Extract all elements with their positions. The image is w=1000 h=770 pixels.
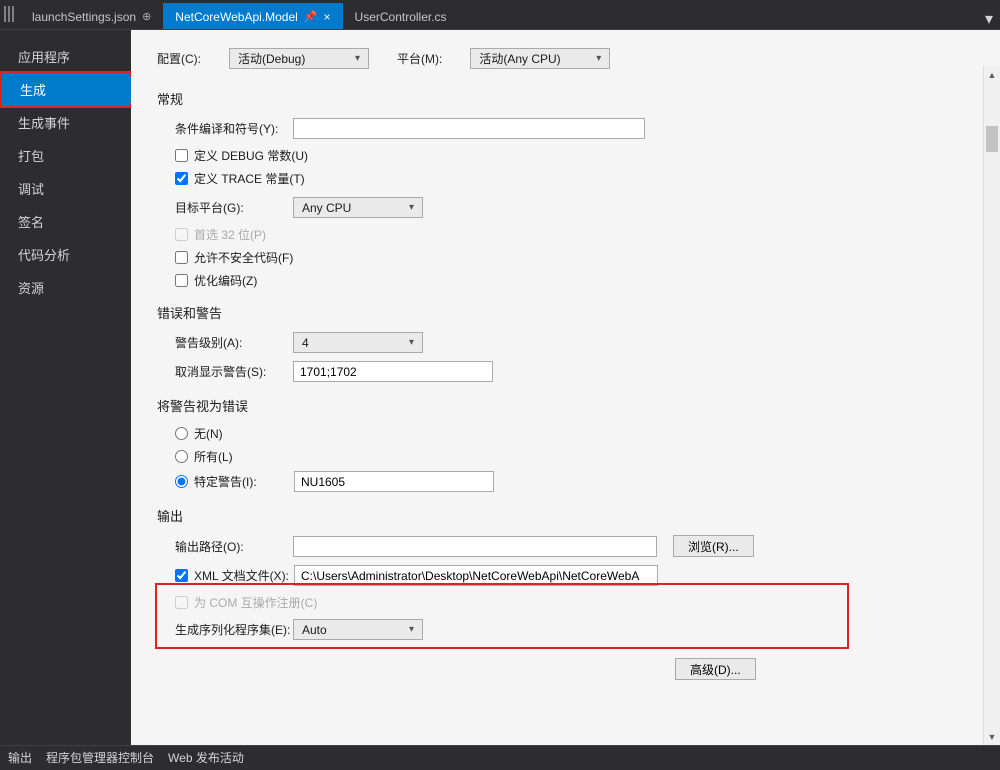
section-general: 常规 [157, 89, 974, 108]
allow-unsafe-label: 允许不安全代码(F) [194, 249, 293, 266]
treat-all-radio[interactable] [175, 450, 188, 463]
scroll-up-arrow-icon[interactable]: ▲ [984, 66, 1000, 83]
com-register-label: 为 COM 互操作注册(C) [194, 594, 317, 611]
define-trace-checkbox[interactable] [175, 172, 188, 185]
optimize-code-checkbox[interactable] [175, 274, 188, 287]
sidebar-item-build-events[interactable]: 生成事件 [0, 106, 131, 139]
tab-usercontroller[interactable]: UserController.cs [343, 3, 459, 29]
section-errors-warnings: 错误和警告 [157, 303, 974, 322]
treat-all-label: 所有(L) [194, 448, 233, 465]
sidebar-item-signing[interactable]: 签名 [0, 205, 131, 238]
pin-icon[interactable]: ⊕ [142, 10, 151, 23]
web-publish-activity-tab[interactable]: Web 发布活动 [168, 749, 244, 766]
define-debug-label: 定义 DEBUG 常数(U) [194, 147, 308, 164]
chevron-down-icon: ▾ [409, 202, 414, 213]
sidebar-item-package[interactable]: 打包 [0, 139, 131, 172]
output-tab[interactable]: 输出 [8, 749, 32, 766]
treat-none-radio[interactable] [175, 427, 188, 440]
conditional-symbols-input[interactable] [293, 118, 645, 139]
define-debug-checkbox[interactable] [175, 149, 188, 162]
chevron-down-icon: ▾ [596, 53, 601, 64]
allow-unsafe-checkbox[interactable] [175, 251, 188, 264]
xml-doc-path-input[interactable] [294, 565, 658, 586]
pin-icon[interactable]: 📌 [304, 10, 318, 23]
serialization-label: 生成序列化程序集(E): [175, 621, 293, 638]
combo-value: Auto [302, 623, 327, 637]
output-path-input[interactable] [293, 536, 657, 557]
target-platform-combo[interactable]: Any CPU ▾ [293, 197, 423, 218]
tab-launchsettings[interactable]: launchSettings.json ⊕ [20, 3, 163, 29]
serialization-combo[interactable]: Auto ▾ [293, 619, 423, 640]
sidebar-item-build[interactable]: 生成 [2, 73, 129, 106]
tab-label: NetCoreWebApi.Model [175, 10, 298, 24]
section-output: 输出 [157, 506, 974, 525]
conditional-symbols-label: 条件编译和符号(Y): [175, 120, 293, 137]
xml-doc-label: XML 文档文件(X): [194, 567, 294, 584]
output-path-label: 输出路径(O): [175, 538, 293, 555]
properties-content: 配置(C): 活动(Debug) ▾ 平台(M): 活动(Any CPU) ▾ … [131, 30, 1000, 745]
section-treat-as-error: 将警告视为错误 [157, 396, 974, 415]
combo-value: 活动(Debug) [238, 50, 305, 67]
configuration-label: 配置(C): [157, 50, 201, 67]
tab-label: UserController.cs [355, 10, 447, 24]
sidebar-item-debug[interactable]: 调试 [0, 172, 131, 205]
treat-specific-label: 特定警告(I): [194, 473, 294, 490]
combo-value: Any CPU [302, 201, 351, 215]
combo-value: 4 [302, 336, 309, 350]
tab-bar: launchSettings.json ⊕ NetCoreWebApi.Mode… [0, 0, 1000, 30]
vertical-scrollbar[interactable]: ▲ ▼ [983, 66, 1000, 745]
scroll-down-arrow-icon[interactable]: ▼ [984, 728, 1000, 745]
treat-specific-radio[interactable] [175, 475, 188, 488]
suppress-warnings-input[interactable] [293, 361, 493, 382]
tab-label: launchSettings.json [32, 10, 136, 24]
chevron-down-icon: ▾ [355, 53, 360, 64]
optimize-code-label: 优化编码(Z) [194, 272, 257, 289]
bottom-panel-tabs: 输出 程序包管理器控制台 Web 发布活动 [0, 745, 1000, 769]
sidebar-item-resources[interactable]: 资源 [0, 271, 131, 304]
browse-button[interactable]: 浏览(R)... [673, 535, 754, 557]
configuration-combo[interactable]: 活动(Debug) ▾ [229, 48, 369, 69]
specific-warnings-input[interactable] [294, 471, 494, 492]
scroll-thumb[interactable] [986, 126, 998, 152]
platform-label: 平台(M): [397, 50, 442, 67]
chevron-down-icon: ▾ [409, 624, 414, 635]
define-trace-label: 定义 TRACE 常量(T) [194, 170, 305, 187]
left-rail-icon[interactable] [0, 0, 20, 29]
tab-project-model[interactable]: NetCoreWebApi.Model 📌 × [163, 3, 342, 29]
sidebar-item-code-analysis[interactable]: 代码分析 [0, 238, 131, 271]
com-register-checkbox [175, 596, 188, 609]
package-manager-console-tab[interactable]: 程序包管理器控制台 [46, 749, 154, 766]
suppress-warnings-label: 取消显示警告(S): [175, 363, 293, 380]
close-icon[interactable]: × [324, 10, 331, 24]
sidebar-item-application[interactable]: 应用程序 [0, 40, 131, 73]
project-properties-sidebar: 应用程序 生成 生成事件 打包 调试 签名 代码分析 资源 [0, 30, 131, 745]
combo-value: 活动(Any CPU) [479, 50, 560, 67]
warning-level-combo[interactable]: 4 ▾ [293, 332, 423, 353]
tab-overflow-button[interactable]: ▾ [978, 9, 1000, 29]
platform-combo[interactable]: 活动(Any CPU) ▾ [470, 48, 610, 69]
warning-level-label: 警告级别(A): [175, 334, 293, 351]
chevron-down-icon: ▾ [409, 337, 414, 348]
prefer-32bit-label: 首选 32 位(P) [194, 226, 266, 243]
advanced-button[interactable]: 高级(D)... [675, 658, 756, 680]
xml-doc-checkbox[interactable] [175, 569, 188, 582]
prefer-32bit-checkbox [175, 228, 188, 241]
treat-none-label: 无(N) [194, 425, 223, 442]
target-platform-label: 目标平台(G): [175, 199, 293, 216]
